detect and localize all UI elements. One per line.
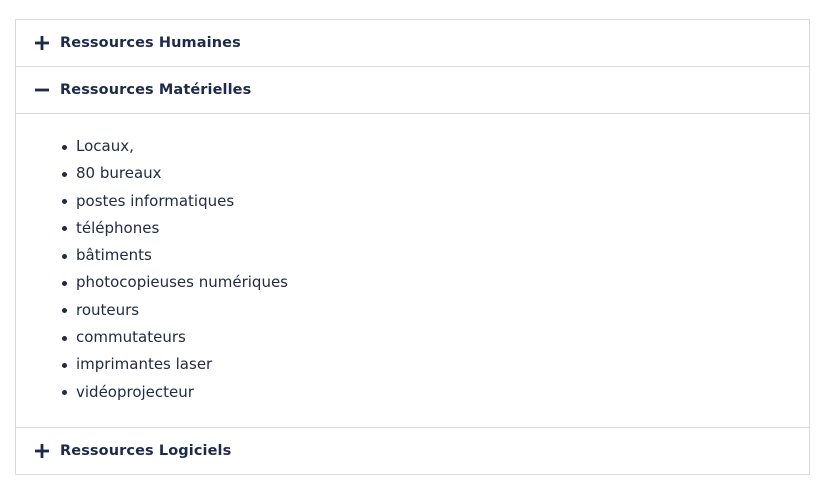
accordion-item-ressources-logiciels: Ressources Logiciels [16,426,809,474]
bullet-icon [62,280,67,286]
list-item: vidéoprojecteur [62,379,809,406]
bullet-icon [62,253,67,259]
bullet-icon [62,144,67,150]
accordion-header-ressources-materielles[interactable]: Ressources Matérielles [16,67,809,113]
list-item: imprimantes laser [62,351,809,378]
list-item-text: photocopieuses numériques [76,273,288,292]
accordion-item-ressources-humaines: Ressources Humaines [16,20,809,66]
list-item: routeurs [62,297,809,324]
list-item-text: téléphones [76,218,160,237]
accordion-title: Ressources Matérielles [60,82,252,98]
list-item-text: routeurs [76,300,140,319]
plus-icon [35,36,49,50]
list-item-text: imprimantes laser [76,355,213,374]
list-item: 80 bureaux [62,160,809,187]
list-item-text: postes informatiques [76,191,235,210]
plus-icon [35,443,49,458]
list-item-text: Locaux, [76,137,134,155]
list-item-text: commutateurs [76,328,186,347]
list-item: bâtiments [62,242,809,269]
bullet-icon [62,308,67,314]
list-item-text: vidéoprojecteur [76,382,194,401]
accordion-header-ressources-humaines[interactable]: Ressources Humaines [16,20,809,66]
list-item: téléphones [62,215,809,242]
list-item-text: bâtiments [76,246,152,265]
accordion-title: Ressources Logiciels [60,442,232,459]
list-item: postes informatiques [62,188,809,215]
bullet-icon [62,171,67,177]
accordion-panel-ressources-materielles: Locaux, 80 bureaux postes informatiques … [16,113,809,427]
bullet-icon [62,362,67,368]
accordion-item-ressources-materielles: Ressources Matérielles Locaux, 80 bureau… [16,66,809,427]
bullet-icon [62,199,67,205]
list-item: Locaux, [62,133,809,160]
list-item: commutateurs [62,324,809,351]
accordion-title: Ressources Humaines [60,35,241,51]
bullet-icon [62,390,67,396]
bullet-icon [62,226,67,232]
resource-list: Locaux, 80 bureaux postes informatiques … [16,133,809,406]
accordion-header-ressources-logiciels[interactable]: Ressources Logiciels [16,428,809,474]
minus-icon [35,83,49,97]
bullet-icon [62,335,67,341]
accordion: Ressources Humaines Ressources Matériell… [15,19,810,475]
list-item: photocopieuses numériques [62,269,809,296]
list-item-text: 80 bureaux [76,164,162,183]
